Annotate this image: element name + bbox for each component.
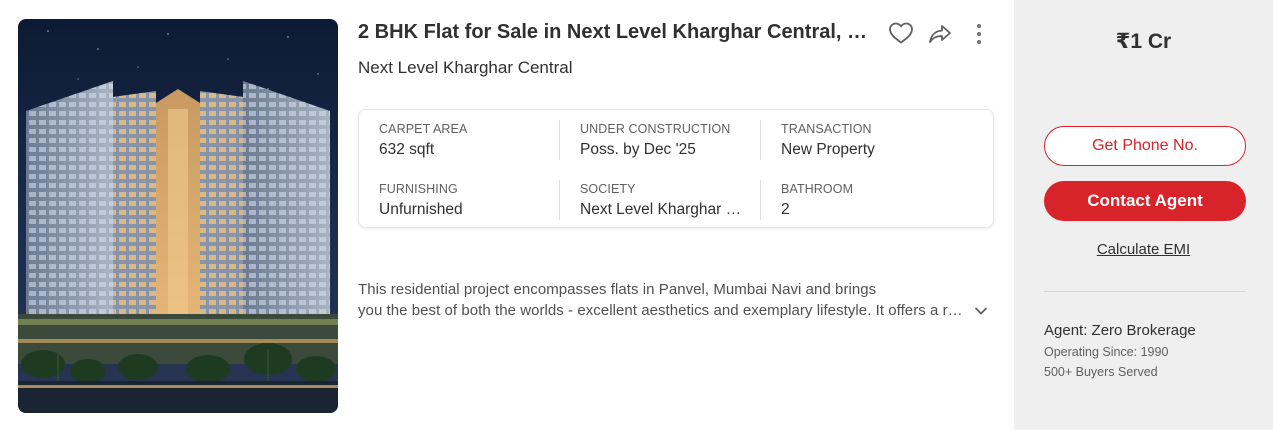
share-arrow-icon[interactable] (928, 23, 952, 45)
summary-item-society[interactable]: SOCIETY Next Level Kharghar Central (580, 182, 752, 219)
divider (559, 180, 560, 220)
agent-name[interactable]: Agent: Zero Brokerage (1044, 322, 1196, 339)
summary-value: Unfurnished (379, 201, 463, 218)
agent-operating-since: Operating Since: 1990 (1044, 345, 1169, 359)
listing-description[interactable]: This residential project encompasses fla… (358, 279, 966, 321)
divider (1044, 291, 1246, 292)
summary-item-construction-status: UNDER CONSTRUCTION Poss. by Dec '25 (580, 122, 760, 159)
agent-buyers-served: 500+ Buyers Served (1044, 365, 1158, 379)
building-illustration (18, 19, 338, 413)
calculate-emi-link[interactable]: Calculate EMI (1014, 241, 1273, 258)
property-image[interactable] (18, 19, 338, 413)
summary-item-furnishing: FURNISHING Unfurnished (379, 182, 559, 219)
summary-value[interactable]: Next Level Kharghar Central (580, 201, 752, 219)
summary-item-carpet-area: CARPET AREA 632 sqft (379, 122, 559, 159)
divider (760, 180, 761, 220)
divider (760, 120, 761, 160)
summary-item-bathroom: BATHROOM 2 (781, 182, 961, 219)
summary-label: TRANSACTION (781, 122, 872, 136)
property-summary-box: CARPET AREA 632 sqft UNDER CONSTRUCTION … (358, 109, 994, 228)
summary-value: 632 sqft (379, 141, 435, 158)
get-phone-button[interactable]: Get Phone No. (1044, 126, 1246, 166)
summary-label: BATHROOM (781, 182, 854, 196)
description-line: This residential project encompasses fla… (358, 281, 877, 298)
description-line: you the best of both the worlds - excell… (358, 302, 966, 319)
summary-label: SOCIETY (580, 182, 636, 196)
shortlist-heart-icon[interactable] (888, 21, 914, 45)
pricing-panel: ₹1 Cr Get Phone No. Contact Agent Calcul… (1014, 0, 1273, 430)
divider (559, 120, 560, 160)
property-listing-card: 2 BHK Flat for Sale in Next Level Khargh… (0, 0, 1273, 430)
more-options-icon[interactable] (970, 22, 988, 46)
chevron-down-icon[interactable] (973, 304, 989, 316)
summary-label: UNDER CONSTRUCTION (580, 122, 731, 136)
project-name[interactable]: Next Level Kharghar Central (358, 58, 573, 78)
summary-item-transaction: TRANSACTION New Property (781, 122, 961, 159)
summary-label: FURNISHING (379, 182, 458, 196)
listing-title[interactable]: 2 BHK Flat for Sale in Next Level Khargh… (358, 20, 878, 44)
price-label: ₹1 Cr (1115, 30, 1172, 53)
summary-label: CARPET AREA (379, 122, 468, 136)
summary-value: Poss. by Dec '25 (580, 141, 696, 158)
contact-agent-button[interactable]: Contact Agent (1044, 181, 1246, 221)
summary-value: 2 (781, 201, 790, 218)
summary-value: New Property (781, 141, 875, 158)
